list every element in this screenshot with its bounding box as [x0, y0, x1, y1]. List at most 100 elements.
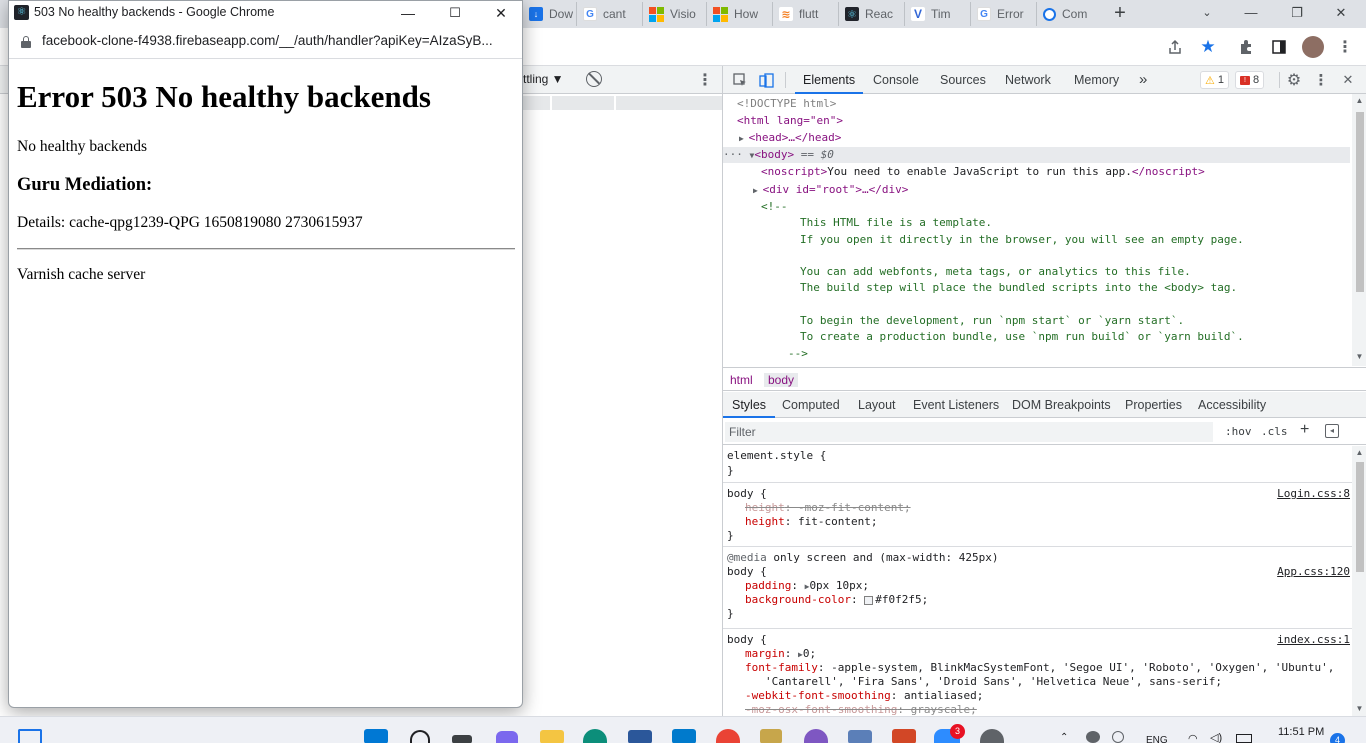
tab-network[interactable]: Network — [1005, 66, 1051, 94]
browser-tab[interactable]: How — [706, 2, 768, 26]
new-tab-button[interactable]: + — [1110, 3, 1130, 23]
close-devtools-icon[interactable]: ✕ — [1339, 71, 1357, 89]
styles-sub-tab-bar: Styles Computed Layout Event Listeners D… — [723, 392, 1366, 418]
close-icon[interactable]: ✕ — [1330, 2, 1352, 24]
browser-tab[interactable]: ⚛ Reac — [838, 2, 900, 26]
browser-tab[interactable]: Com — [1036, 2, 1100, 26]
microsoft-favicon-icon — [649, 6, 664, 22]
tree-doctype[interactable]: <!DOCTYPE html> — [737, 96, 836, 112]
cls-toggle[interactable]: .cls — [1261, 425, 1288, 438]
style-rule-element[interactable]: element.style { } — [723, 446, 1352, 483]
tab-sources[interactable]: Sources — [940, 66, 986, 94]
tray-app-icon[interactable] — [1086, 731, 1100, 743]
close-icon[interactable]: ✕ — [491, 3, 511, 23]
errors-badge[interactable]: ! 8 — [1235, 71, 1265, 89]
computed-sidebar-toggle-icon[interactable]: ◂ — [1325, 424, 1339, 438]
browser-tab[interactable]: V Tim — [904, 2, 966, 26]
minimize-icon[interactable]: — — [1240, 2, 1262, 24]
chrome-icon[interactable] — [716, 729, 740, 743]
tree-div-root[interactable]: ▶ <div id="root">…</div> — [753, 182, 908, 198]
tree-noscript[interactable]: <noscript>You need to enable JavaScript … — [761, 164, 1205, 180]
search-icon[interactable] — [410, 730, 430, 743]
tab-event-listeners[interactable]: Event Listeners — [913, 392, 999, 418]
language-indicator[interactable]: ENG — [1146, 735, 1168, 743]
chat-count-badge[interactable]: 4 — [1330, 733, 1345, 743]
volume-icon[interactable]: ◁) — [1210, 731, 1222, 743]
maximize-icon[interactable]: ☐ — [445, 3, 465, 23]
popup-address-bar[interactable]: facebook-clone-f4938.firebaseapp.com/__/… — [9, 25, 522, 59]
edge-icon[interactable] — [583, 729, 607, 743]
tab-search-icon[interactable]: ⌄ — [1196, 2, 1218, 24]
throttle-dropdown[interactable]: ttling ▼ — [523, 72, 564, 86]
tree-head[interactable]: ▶ <head>…</head> — [739, 130, 841, 146]
browser-tab[interactable]: ↓ Dow — [522, 2, 574, 26]
breadcrumb-body[interactable]: body — [764, 373, 799, 387]
tree-comment-open[interactable]: <!-- — [761, 199, 788, 215]
source-link[interactable]: App.css:120 — [1277, 565, 1350, 579]
settings-gear-icon[interactable]: ⚙ — [1285, 71, 1303, 89]
styles-scrollbar[interactable]: ▲ ▼ — [1352, 446, 1366, 716]
source-link[interactable]: index.css:1 — [1277, 633, 1350, 647]
powerpoint-icon[interactable] — [892, 729, 916, 743]
app-icon[interactable] — [804, 729, 828, 743]
browser-tab[interactable]: ≋ flutt — [772, 2, 834, 26]
style-rule-login[interactable]: body { Login.css:8 height: -moz-fit-cont… — [723, 484, 1352, 547]
hov-toggle[interactable]: :hov — [1225, 425, 1252, 438]
monitor-icon[interactable] — [848, 730, 872, 743]
tray-app-icon[interactable] — [1112, 731, 1124, 743]
chevron-up-icon[interactable]: ⌃ — [1060, 732, 1068, 743]
share-icon[interactable] — [1166, 38, 1184, 56]
bookmark-star-icon[interactable]: ★ — [1199, 37, 1217, 56]
device-toggle-icon[interactable] — [757, 71, 775, 89]
styles-filter-input[interactable] — [725, 422, 1213, 442]
minimize-icon[interactable]: — — [398, 3, 418, 23]
profile-avatar[interactable] — [1302, 36, 1324, 58]
warnings-badge[interactable]: ⚠ 1 — [1200, 71, 1229, 89]
source-link[interactable]: Login.css:8 — [1277, 487, 1350, 501]
teams-icon[interactable] — [496, 731, 518, 743]
tab-styles[interactable]: Styles — [723, 392, 776, 418]
restore-icon[interactable]: ❐ — [1286, 2, 1308, 24]
settings-gear-icon[interactable] — [980, 729, 1004, 743]
browser-tab[interactable]: G cant — [576, 2, 640, 26]
tab-accessibility[interactable]: Accessibility — [1198, 392, 1266, 418]
devtools-menu-icon[interactable]: ⋮ — [1313, 71, 1329, 89]
tree-body-selected[interactable]: ··· ▼<body> == $0 — [723, 147, 1350, 163]
tab-layout[interactable]: Layout — [858, 392, 896, 418]
vscode-icon[interactable] — [672, 729, 696, 743]
store-icon[interactable] — [628, 730, 652, 743]
tree-scrollbar[interactable]: ▲ ▼ — [1352, 94, 1366, 366]
file-explorer-icon[interactable] — [540, 730, 564, 743]
browser-tab[interactable]: G Error — [970, 2, 1032, 26]
tab-memory[interactable]: Memory — [1074, 66, 1119, 94]
side-panel-icon[interactable] — [1270, 38, 1288, 56]
browser-tab[interactable]: Visio — [642, 2, 704, 26]
browser-tab-label: Com — [1062, 7, 1088, 21]
color-swatch[interactable] — [864, 595, 874, 605]
add-rule-icon[interactable]: + — [1300, 421, 1309, 439]
tab-dom-breakpoints[interactable]: DOM Breakpoints — [1012, 392, 1111, 418]
clock-time[interactable]: 11:51 PM — [1278, 726, 1324, 738]
breadcrumb-html[interactable]: html — [730, 373, 753, 387]
tab-properties[interactable]: Properties — [1125, 392, 1182, 418]
extensions-icon[interactable] — [1237, 38, 1255, 56]
style-rule-app[interactable]: @media only screen and (max-width: 425px… — [723, 548, 1352, 629]
tab-computed[interactable]: Computed — [782, 392, 840, 418]
tab-elements[interactable]: Elements — [795, 66, 864, 94]
more-tabs-icon[interactable]: » — [1139, 66, 1147, 94]
notepad-icon[interactable] — [760, 729, 782, 743]
tree-comment-line: To create a production bundle, use `npm … — [800, 330, 1244, 343]
start-icon[interactable] — [364, 729, 388, 743]
task-view-icon[interactable] — [18, 729, 42, 743]
tree-html[interactable]: <html lang="en"> — [737, 113, 843, 129]
style-rule-index[interactable]: body { index.css:1 margin: ▶0; font-fami… — [723, 630, 1352, 716]
tab-console[interactable]: Console — [873, 66, 919, 94]
device-more-icon[interactable]: ⋮ — [697, 70, 713, 90]
taskbar-app-icon[interactable] — [452, 735, 472, 743]
wifi-icon[interactable]: ◠ — [1188, 732, 1198, 743]
no-throttle-icon[interactable] — [586, 71, 602, 87]
battery-icon[interactable] — [1236, 734, 1252, 743]
inspect-element-icon[interactable] — [731, 71, 749, 89]
media-query-ruler[interactable] — [523, 96, 722, 110]
menu-icon[interactable]: ⋮ — [1336, 38, 1354, 56]
